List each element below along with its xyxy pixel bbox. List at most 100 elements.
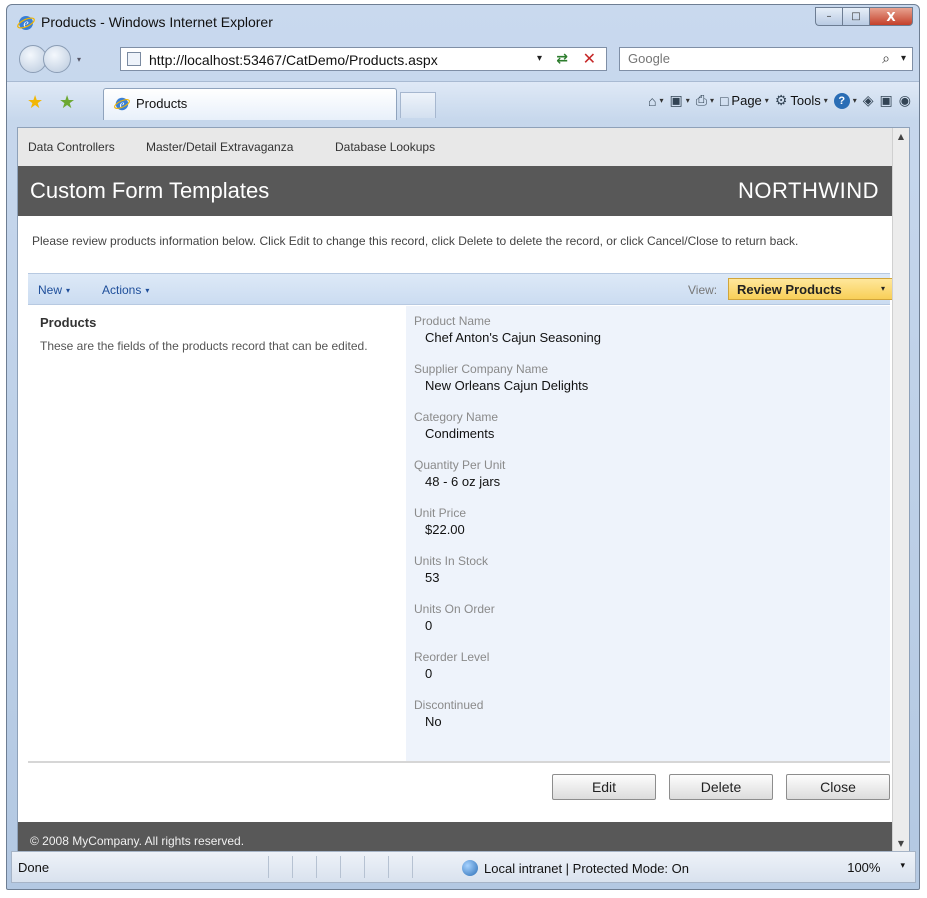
field-value: 53 [425,570,440,585]
tools-menu[interactable]: ⚙ Tools ▾ [775,92,828,109]
zoom-control[interactable]: 100% ▾ [847,860,905,875]
field-category-name: Category Name Condiments [414,410,498,442]
recent-pages-dropdown-icon[interactable]: ▾ [77,55,81,64]
search-box[interactable]: ⌕ ▾ [619,47,913,71]
security-zone[interactable]: Local intranet | Protected Mode: On [462,860,689,876]
edit-button[interactable]: Edit [552,774,656,800]
page-header: Custom Form Templates NORTHWIND [18,166,893,216]
print-icon: ⎙ [695,92,707,108]
address-url[interactable]: http://localhost:53467/CatDemo/Products.… [149,52,438,68]
field-label: Product Name [414,314,491,328]
field-label: Supplier Company Name [414,362,549,376]
field-product-name: Product Name Chef Anton's Cajun Seasonin… [414,314,601,346]
actions-menu[interactable]: Actions ▾ [102,283,149,297]
ie-logo-icon: e [17,16,35,30]
category-description: These are the fields of the products rec… [40,339,368,353]
minimize-button[interactable]: – [815,7,842,26]
page-icon: □ [719,92,729,109]
site-menu: Data Controllers Master/Detail Extravaga… [18,128,893,166]
view-selector[interactable]: Review Products ▾ [728,278,894,300]
field-value: 48 - 6 oz jars [425,474,501,489]
messenger-icon[interactable]: ▣ [880,92,893,109]
stop-icon[interactable]: ✕ [583,49,596,68]
menu-database-lookups[interactable]: Database Lookups [335,140,435,154]
favorites-star-icon[interactable]: ★ [27,92,43,113]
vertical-scrollbar[interactable]: ▲ ▼ [892,128,909,851]
view-selected-value: Review Products [737,282,842,297]
nav-buttons: ▾ [19,45,81,73]
status-panes [268,856,436,878]
chevron-down-icon: ▾ [880,284,885,293]
chevron-down-icon: ▾ [66,285,71,295]
field-units-on-order: Units On Order 0 [414,602,495,634]
field-supplier-company-name: Supplier Company Name New Orleans Cajun … [414,362,588,394]
new-menu[interactable]: New ▾ [38,283,70,297]
field-discontinued: Discontinued No [414,698,483,730]
view-label: View: [688,283,718,297]
delete-button[interactable]: Delete [669,774,773,800]
field-value: 0 [425,666,433,681]
chevron-down-icon: ▾ [823,96,828,105]
scroll-up-icon[interactable]: ▲ [893,128,909,144]
field-label: Units On Order [414,602,495,616]
address-dropdown-icon[interactable]: ▾ [537,53,542,64]
category-title: Products [40,315,97,330]
home-command[interactable]: ⌂ ▾ [648,93,663,109]
copyright-text: © 2008 MyCompany. All rights reserved. [30,834,245,848]
refresh-icon[interactable]: ⇄ [556,51,568,67]
page-icon [127,52,141,66]
help-menu[interactable]: ? ▾ [833,92,857,109]
feeds-command[interactable]: ▣ ▾ [669,92,689,109]
tools-menu-label: Tools [790,93,821,108]
tab-label: Products [136,96,188,111]
chevron-down-icon: ▾ [852,96,857,105]
home-icon: ⌂ [648,92,657,109]
print-command[interactable]: ⎙ ▾ [696,92,714,109]
search-icon[interactable]: ⌕ [882,51,890,67]
ie-page-icon: e [114,97,130,111]
add-favorite-icon[interactable]: ★ [59,92,75,113]
feeds-icon: ▣ [669,92,683,108]
chevron-down-icon: ▾ [145,285,150,295]
menu-data-controllers[interactable]: Data Controllers [28,140,115,154]
page-viewport: Data Controllers Master/Detail Extravaga… [17,127,910,852]
field-units-in-stock: Units In Stock 53 [414,554,488,586]
page-menu[interactable]: □ Page ▾ [720,93,769,109]
search-dropdown-icon[interactable]: ▾ [901,53,906,64]
menu-master-detail[interactable]: Master/Detail Extravaganza [146,140,293,154]
new-tab-button[interactable] [400,92,436,118]
close-window-button[interactable]: X [869,7,913,26]
field-label: Discontinued [414,698,484,712]
field-value: Condiments [425,426,495,441]
forward-button[interactable] [43,45,71,73]
tab-products[interactable]: e Products [103,88,397,120]
category-panel: Products These are the fields of the pro… [28,306,404,761]
new-menu-label: New [38,283,63,297]
address-bar[interactable]: http://localhost:53467/CatDemo/Products.… [120,47,607,71]
chevron-down-icon: ▾ [709,96,714,105]
command-bar: ⌂ ▾ ▣ ▾ ⎙ ▾ □ Page ▾ ⚙ Tools ▾ ? ▾ ◈ ▣ ◉ [648,92,911,109]
field-label: Quantity Per Unit [414,458,506,472]
window-title: Products - Windows Internet Explorer [41,14,273,30]
search-input[interactable] [628,51,858,66]
window-controls: – □ X [815,7,913,27]
browser-window: e Products - Windows Internet Explorer –… [6,4,920,890]
field-value: 0 [425,618,433,633]
research-icon[interactable]: ◈ [863,92,874,109]
field-unit-price: Unit Price $22.00 [414,506,466,538]
field-value: $22.00 [425,522,465,537]
globe-icon [462,860,478,876]
maximize-button[interactable]: □ [842,7,869,26]
navigation-bar: ▾ http://localhost:53467/CatDemo/Product… [7,39,919,79]
form-divider [28,761,890,763]
gear-icon: ⚙ [774,92,788,108]
blocked-content-icon[interactable]: ◉ [899,92,911,109]
scroll-down-icon[interactable]: ▼ [893,835,909,851]
field-quantity-per-unit: Quantity Per Unit 48 - 6 oz jars [414,458,505,490]
brand-name: NORTHWIND [738,178,879,203]
status-bar: Done Local intranet | Protected Mode: On… [11,851,916,883]
close-button[interactable]: Close [786,774,890,800]
page-title: Custom Form Templates [30,178,270,203]
field-reorder-level: Reorder Level 0 [414,650,489,682]
action-bar: New ▾ Actions ▾ View: Review Products ▾ [28,273,894,305]
